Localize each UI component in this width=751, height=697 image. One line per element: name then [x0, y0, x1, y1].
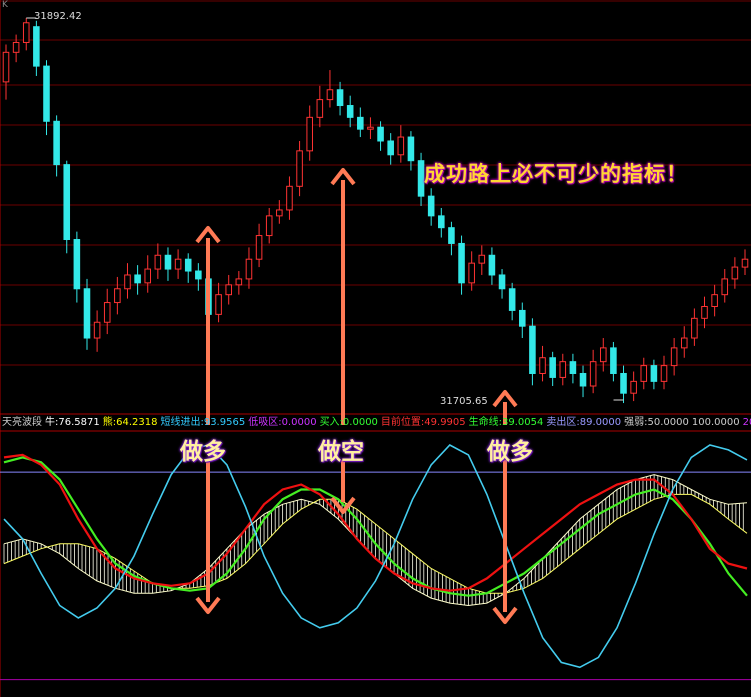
- candle-body: [326, 89, 334, 101]
- candle-body: [255, 235, 263, 260]
- signal-label-long-1: 做多: [180, 439, 226, 465]
- candle-body: [670, 347, 678, 367]
- stock-chart: [0, 0, 751, 697]
- chart-background: [0, 0, 751, 697]
- candle-body: [701, 305, 708, 319]
- candle-body: [407, 136, 415, 162]
- candle-body: [599, 347, 607, 363]
- candle-body: [306, 116, 313, 152]
- candle-body: [559, 361, 567, 378]
- legend-item-position: 目前位置:49.9905: [380, 417, 466, 428]
- candle-body: [458, 242, 465, 284]
- candle-body: [174, 258, 182, 270]
- candle-body: [529, 325, 536, 374]
- candle-body: [245, 258, 253, 280]
- candle-body: [488, 254, 496, 276]
- candle-body: [154, 254, 162, 270]
- candle-body: [367, 126, 374, 130]
- legend-item-bear: 熊:64.2318: [102, 417, 158, 428]
- candle-body: [83, 288, 91, 339]
- candle-body: [579, 372, 587, 387]
- candle-body: [539, 357, 546, 374]
- candle-body: [215, 294, 222, 315]
- legend-item-buy: 买入:0.0000: [319, 417, 378, 428]
- legend-item-top: 100.0000: [691, 417, 740, 428]
- candle-body: [620, 372, 627, 394]
- legend-item-strength: 强弱:50.0000: [624, 417, 689, 428]
- signal-label-short: 做空: [318, 439, 364, 465]
- legend-item-lifeline: 生命线:39.0054: [468, 417, 544, 428]
- candle-body: [650, 365, 658, 382]
- candle-body: [508, 288, 516, 311]
- candle-body: [549, 357, 556, 378]
- candle-body: [276, 209, 283, 217]
- candle-body: [640, 365, 648, 382]
- legend-item-short: 短线进出:93.9565: [160, 417, 246, 428]
- candle-body: [184, 258, 192, 272]
- legend-item-bull: 牛:76.5871: [45, 417, 100, 428]
- candle-body: [93, 321, 101, 339]
- candle-body: [103, 302, 111, 323]
- candle-body: [498, 274, 506, 290]
- legend-item-sell: 卖出区:89.0000: [546, 417, 622, 428]
- candle-body: [33, 26, 40, 67]
- candle-body: [569, 361, 577, 374]
- candle-body: [336, 89, 344, 107]
- slogan-text: 成功路上必不可少的指标！: [424, 162, 688, 186]
- legend-item-lowbuy: 低吸区:0.0000: [248, 417, 317, 428]
- candle-body: [448, 227, 455, 244]
- candle-body: [22, 22, 30, 43]
- candle-body: [225, 284, 232, 296]
- candle-body: [417, 160, 425, 197]
- candle-body: [630, 380, 637, 394]
- candle-body: [427, 195, 435, 217]
- low-price-label: 31705.65: [440, 396, 488, 407]
- candle-body: [43, 65, 50, 122]
- candle-body: [589, 361, 597, 387]
- candle-body: [134, 274, 141, 284]
- candle-body: [711, 294, 718, 307]
- candle-body: [73, 239, 81, 290]
- candle-body: [195, 270, 202, 280]
- candle-body: [235, 278, 243, 286]
- candle-body: [438, 215, 445, 229]
- candle-body: [610, 347, 617, 374]
- corner-label: K: [2, 0, 8, 10]
- candle-body: [53, 120, 60, 166]
- candle-body: [478, 254, 486, 264]
- signal-label-long-2: 做多: [487, 439, 533, 465]
- candle-body: [144, 268, 152, 284]
- candle-body: [124, 274, 131, 290]
- candle-body: [721, 278, 729, 296]
- candle-body: [12, 41, 20, 53]
- candle-body: [397, 136, 405, 156]
- indicator-legend: 天亮波段 牛:76.5871 熊:64.2318 短线进出:93.9565 低吸区:0.…: [2, 416, 751, 430]
- candle-body: [731, 266, 739, 280]
- high-price-label: 31892.42: [34, 11, 82, 22]
- candle-body: [265, 215, 273, 237]
- candle-body: [741, 258, 749, 268]
- candle-body: [286, 185, 293, 211]
- candle-body: [114, 288, 121, 304]
- legend-item-name: 天亮波段: [2, 417, 42, 428]
- candle-body: [660, 365, 668, 382]
- legend-item-bottom: 20.0000: [742, 417, 751, 428]
- candle-body: [357, 116, 364, 130]
- candle-body: [377, 126, 384, 142]
- candle-body: [63, 164, 71, 241]
- candle-body: [468, 262, 475, 284]
- candle-body: [346, 105, 354, 118]
- candle-body: [691, 317, 698, 339]
- candle-body: [2, 51, 10, 83]
- candle-body: [519, 309, 526, 327]
- candle-body: [316, 99, 324, 118]
- candle-body: [387, 140, 394, 156]
- candle-body: [296, 150, 303, 187]
- candle-body: [164, 254, 172, 270]
- candle-body: [680, 337, 688, 349]
